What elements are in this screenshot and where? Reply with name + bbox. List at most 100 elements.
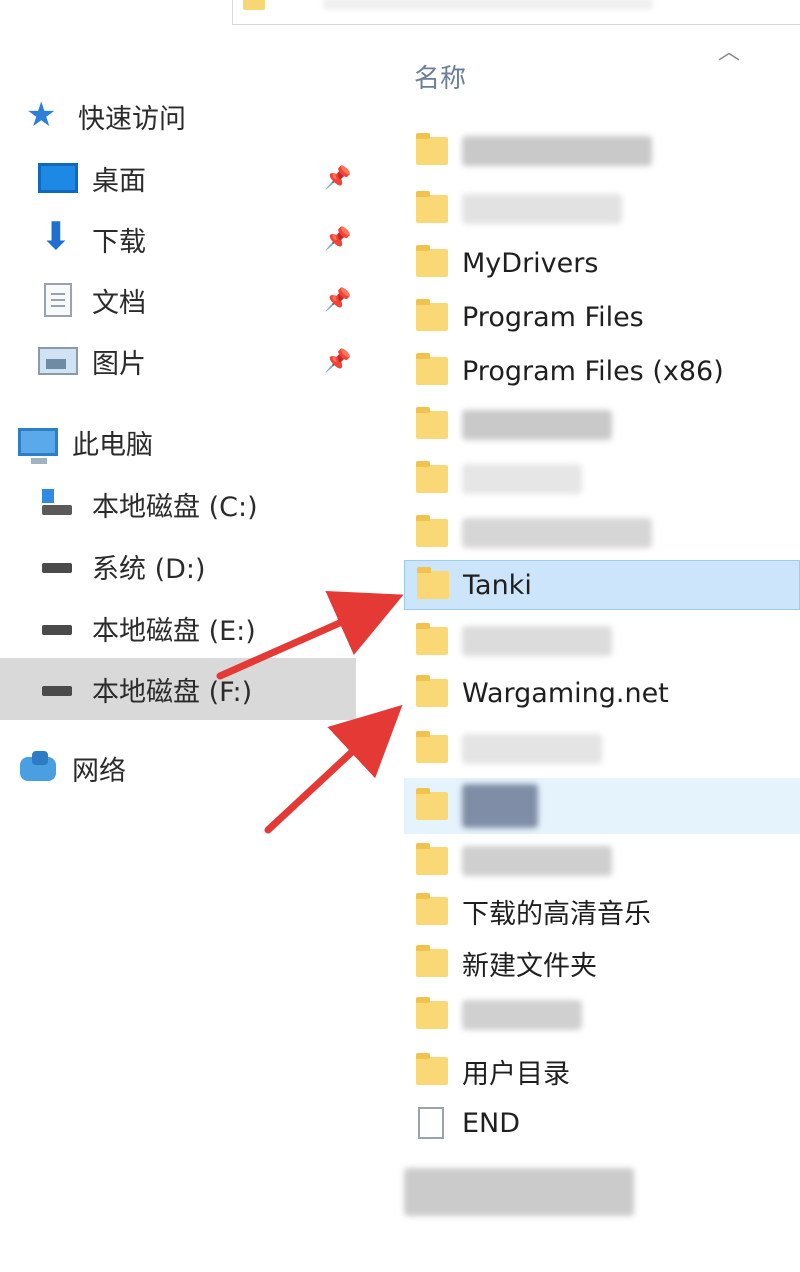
folder-icon	[416, 407, 448, 439]
redacted-name	[404, 1168, 634, 1216]
nav-item-downloads[interactable]: 下载 📌	[38, 211, 368, 267]
list-item-redacted[interactable]	[404, 836, 800, 886]
redacted-name	[462, 846, 612, 876]
file-list: ︿ 名称 MyDrivers Program Files Program Fil…	[404, 28, 800, 1272]
list-item-label: Tanki	[463, 569, 532, 601]
list-item-tanki[interactable]: Tanki	[404, 560, 800, 610]
pin-icon[interactable]: 📌	[324, 288, 351, 314]
nav-item-label: 图片	[92, 348, 146, 380]
address-bar[interactable]	[232, 0, 800, 25]
folder-icon	[416, 299, 448, 331]
redacted-path	[323, 0, 653, 10]
drive-icon	[38, 611, 78, 645]
navigation-pane: 快速访问 桌面 📌 下载 📌 文档 📌 图片 📌 此电脑 本地磁盘 (C:) 系…	[0, 28, 370, 1272]
list-item-program-files[interactable]: Program Files	[404, 292, 800, 342]
folder-icon	[243, 0, 265, 10]
folder-icon	[416, 893, 448, 925]
redacted-name	[462, 784, 538, 828]
address-bar-strip	[0, 0, 800, 28]
nav-drive-c[interactable]: 本地磁盘 (C:)	[38, 476, 258, 532]
redacted-name	[462, 136, 652, 166]
drive-icon	[38, 549, 78, 583]
list-item-redacted[interactable]	[404, 126, 800, 176]
drive-icon	[38, 672, 78, 706]
list-item-program-files-x86[interactable]: Program Files (x86)	[404, 346, 800, 396]
list-item-label: Program Files (x86)	[462, 355, 724, 387]
desktop-icon	[38, 163, 78, 193]
folder-icon	[416, 675, 448, 707]
list-item-mydrivers[interactable]: MyDrivers	[404, 238, 800, 288]
folder-icon	[416, 1053, 448, 1085]
list-item-label: 下载的高清音乐	[462, 898, 651, 930]
list-item-label: 新建文件夹	[462, 950, 597, 982]
list-item-hd-music[interactable]: 下载的高清音乐	[404, 886, 800, 936]
list-item-redacted[interactable]	[404, 454, 800, 504]
folder-icon	[416, 843, 448, 875]
list-item-redacted[interactable]	[404, 508, 800, 558]
nav-drive-label: 本地磁盘 (E:)	[92, 615, 256, 647]
document-icon	[44, 283, 72, 317]
folder-icon	[416, 245, 448, 277]
list-item-redacted[interactable]	[404, 724, 800, 774]
nav-drive-d[interactable]: 系统 (D:)	[38, 538, 206, 594]
list-item-label: Wargaming.net	[462, 677, 669, 709]
nav-item-documents[interactable]: 文档 📌	[38, 272, 368, 328]
pictures-icon	[38, 347, 78, 375]
list-item-redacted[interactable]	[404, 616, 800, 666]
pin-icon[interactable]: 📌	[324, 349, 351, 375]
pin-icon[interactable]: 📌	[324, 227, 351, 253]
redacted-name	[462, 194, 622, 224]
folder-icon	[416, 515, 448, 547]
folder-icon	[416, 788, 448, 820]
nav-this-pc-label: 此电脑	[72, 429, 153, 461]
nav-drive-label: 系统 (D:)	[92, 553, 206, 585]
list-item-redacted[interactable]	[404, 990, 800, 1040]
folder-icon	[416, 997, 448, 1029]
pin-icon[interactable]: 📌	[324, 166, 351, 192]
redacted-name	[462, 734, 602, 764]
nav-item-pictures[interactable]: 图片 📌	[38, 333, 368, 389]
network-icon	[18, 751, 58, 785]
nav-quick-access-label: 快速访问	[78, 103, 186, 135]
folder-icon	[416, 623, 448, 655]
folder-icon	[416, 461, 448, 493]
list-item-new-folder[interactable]: 新建文件夹	[404, 938, 800, 988]
nav-item-label: 下载	[92, 226, 146, 258]
list-item-redacted[interactable]	[404, 400, 800, 450]
list-item-end-file[interactable]: END	[404, 1098, 800, 1148]
nav-drive-label: 本地磁盘 (C:)	[92, 491, 258, 523]
sort-ascending-icon[interactable]: ︿	[718, 34, 740, 66]
list-item-label: END	[462, 1107, 521, 1139]
nav-network-label: 网络	[72, 755, 126, 787]
nav-this-pc[interactable]: 此电脑	[18, 414, 153, 470]
file-icon	[418, 1107, 444, 1139]
nav-drive-f[interactable]: 本地磁盘 (F:)	[0, 658, 356, 720]
folder-icon	[416, 191, 448, 223]
list-item-redacted[interactable]	[404, 1152, 800, 1232]
folder-icon	[416, 731, 448, 763]
list-item-wargaming[interactable]: Wargaming.net	[404, 668, 800, 718]
list-item-redacted[interactable]	[404, 778, 800, 834]
list-item-label: MyDrivers	[462, 247, 599, 279]
nav-network[interactable]: 网络	[18, 740, 126, 796]
list-item-label: 用户目录	[462, 1058, 570, 1090]
computer-icon	[18, 428, 58, 464]
redacted-name	[462, 626, 612, 656]
nav-quick-access[interactable]: 快速访问	[24, 88, 186, 144]
folder-icon	[416, 133, 448, 165]
list-item-redacted[interactable]	[404, 184, 800, 234]
redacted-name	[462, 1000, 582, 1030]
folder-icon	[417, 567, 449, 599]
folder-icon	[416, 945, 448, 977]
column-header-name[interactable]: 名称	[414, 58, 466, 95]
list-item-user-directory[interactable]: 用户目录	[404, 1046, 800, 1096]
nav-drive-label: 本地磁盘 (F:)	[92, 676, 253, 708]
nav-item-label: 桌面	[92, 165, 146, 197]
redacted-name	[462, 518, 652, 548]
redacted-name	[462, 464, 582, 494]
nav-drive-e[interactable]: 本地磁盘 (E:)	[38, 600, 256, 656]
nav-item-desktop[interactable]: 桌面 📌	[38, 150, 368, 206]
windows-drive-icon	[38, 489, 78, 519]
redacted-name	[462, 410, 612, 440]
folder-icon	[416, 353, 448, 385]
